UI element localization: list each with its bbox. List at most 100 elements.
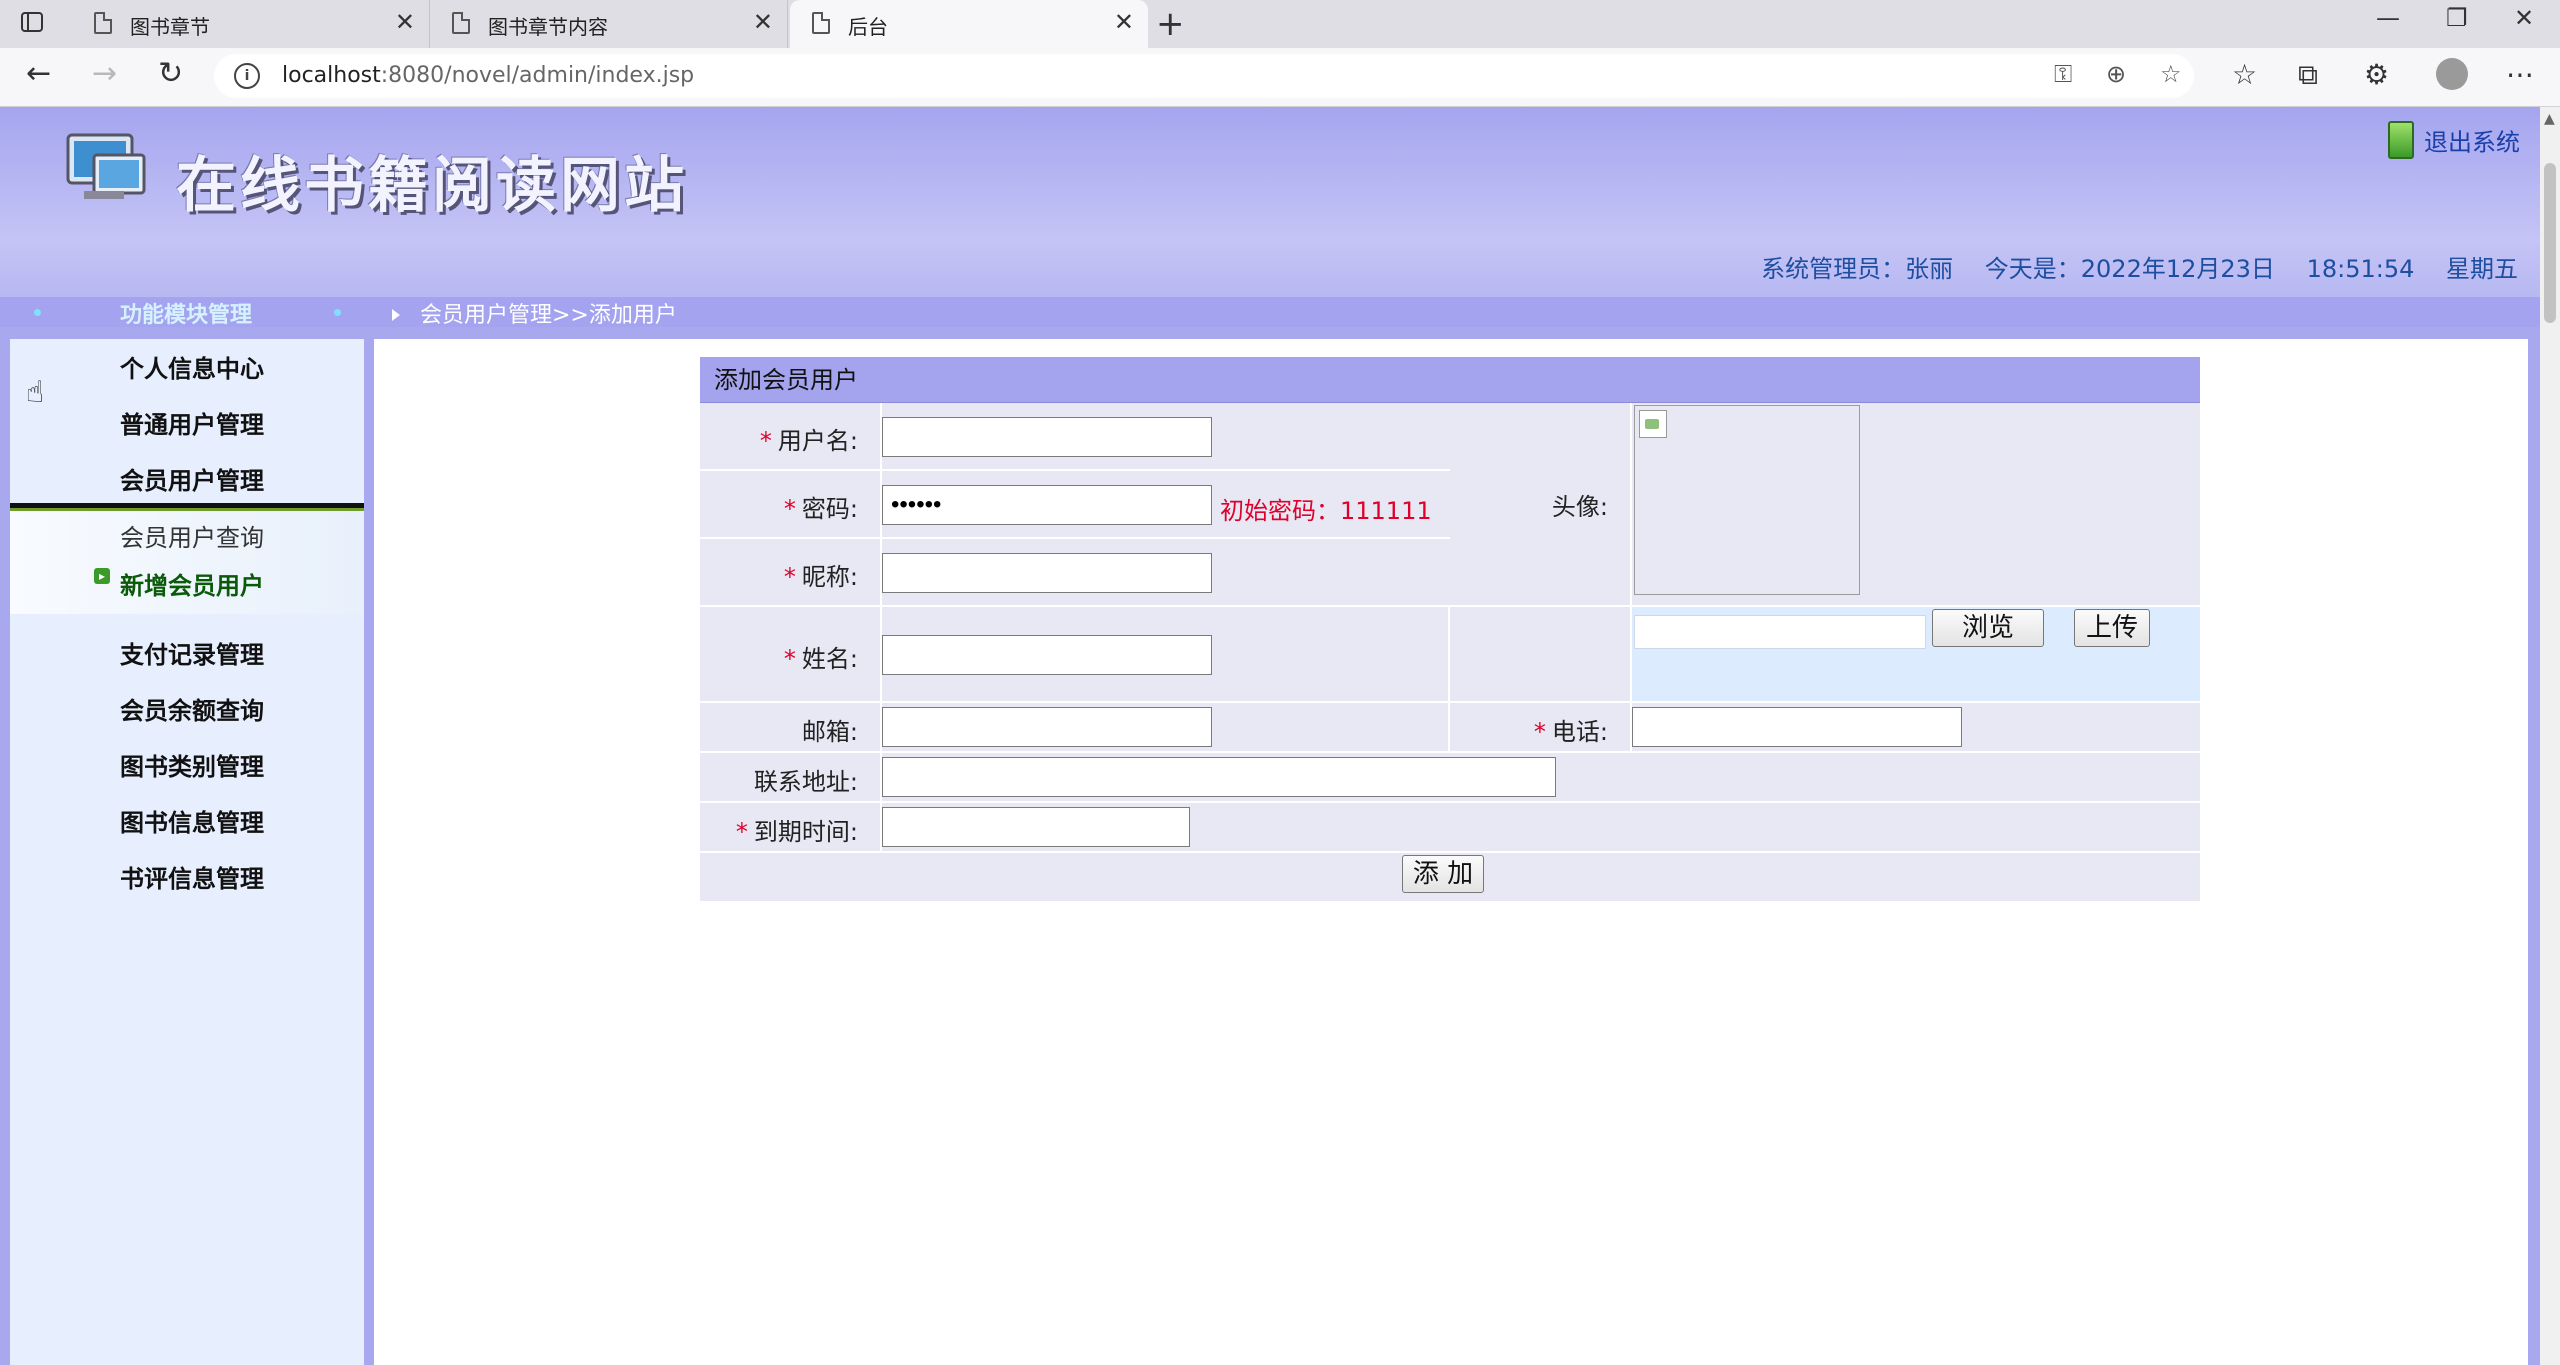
phone-label: * 电话:: [1533, 718, 1608, 746]
form-row-username: * 用户名:: [700, 403, 1450, 471]
breadcrumb-bar: 功能模块管理 会员用户管理>>添加用户: [0, 297, 2540, 328]
upload-button[interactable]: 上传: [2074, 609, 2150, 647]
site-header: 在线书籍阅读网站 退出系统 系统管理员：张丽 今天是：2022年12月23日 1…: [0, 107, 2540, 297]
address-input[interactable]: [882, 757, 1556, 797]
submenu-item-member-query[interactable]: 会员用户查询: [120, 518, 264, 553]
logout-link[interactable]: 退出系统: [2388, 121, 2520, 159]
page-icon: [94, 12, 112, 34]
close-icon[interactable]: ✕: [1114, 8, 1134, 36]
sidebar-item-books[interactable]: 图书信息管理: [120, 803, 264, 838]
monitor-logo-icon: [66, 133, 146, 199]
minimize-icon[interactable]: —: [2376, 4, 2400, 32]
form-row-submit: 添 加: [700, 853, 2200, 901]
close-icon[interactable]: ✕: [395, 8, 415, 36]
spacer-cell: [700, 607, 1450, 701]
exit-icon: [2388, 121, 2414, 159]
admin-page: 在线书籍阅读网站 退出系统 系统管理员：张丽 今天是：2022年12月23日 1…: [0, 107, 2540, 1365]
page-scrollbar[interactable]: ▲: [2540, 107, 2560, 1365]
more-icon[interactable]: ⋯: [2506, 58, 2534, 91]
url-text: localhost:8080/novel/admin/index.jsp: [282, 63, 695, 88]
scroll-thumb[interactable]: [2544, 163, 2556, 323]
avatar-preview: [1634, 405, 1860, 595]
sidebar-item-payments[interactable]: 支付记录管理: [120, 635, 264, 670]
form-row-contact: 邮箱: * 电话:: [700, 703, 2200, 753]
password-label: * 密码:: [783, 495, 858, 523]
sidebar-item-reviews[interactable]: 书评信息管理: [120, 859, 264, 894]
extensions-icon[interactable]: ⚙: [2364, 58, 2389, 91]
browser-tab-active[interactable]: 后台 ✕: [790, 0, 1148, 48]
avatar-cell: [1632, 403, 2200, 605]
breadcrumb: 会员用户管理>>添加用户: [420, 303, 677, 328]
page-icon: [812, 12, 830, 34]
add-submit-button[interactable]: 添 加: [1402, 855, 1484, 893]
expire-label: * 到期时间:: [735, 818, 858, 846]
tab-actions-icon[interactable]: [20, 10, 50, 38]
restore-icon[interactable]: ❐: [2446, 4, 2468, 32]
nickname-input[interactable]: [882, 553, 1212, 593]
submenu: 会员用户查询 ▸ 新增会员用户: [10, 503, 364, 614]
label-cell: * 用户名:: [700, 403, 882, 469]
current-time: 18:51:54: [2306, 255, 2415, 283]
phone-input[interactable]: [1632, 707, 1962, 747]
username-label: * 用户名:: [759, 427, 858, 455]
url-field[interactable]: i localhost:8080/novel/admin/index.jsp ⚿…: [214, 54, 2194, 98]
upload-cell: 浏览 上传: [1632, 607, 2200, 701]
address-bar: ← → ↻ i localhost:8080/novel/admin/index…: [0, 48, 2560, 107]
browser-tab[interactable]: 图书章节内容 ✕: [430, 0, 788, 48]
zoom-icon[interactable]: ⊕: [2106, 60, 2126, 88]
form-title: 添加会员用户: [700, 357, 2200, 403]
username-input[interactable]: [882, 417, 1212, 457]
browser-tab[interactable]: 图书章节 ✕: [72, 0, 430, 48]
key-icon[interactable]: ⚿: [2054, 60, 2072, 88]
favorites-icon[interactable]: ☆: [2232, 58, 2257, 91]
close-icon[interactable]: ✕: [753, 8, 773, 36]
form-row-expire: * 到期时间:: [700, 803, 2200, 853]
label-cell: * 电话:: [1450, 703, 1632, 751]
window-close-icon[interactable]: ✕: [2514, 4, 2534, 32]
dot-icon: [34, 309, 41, 316]
new-tab-icon[interactable]: +: [1156, 4, 1185, 44]
module-title: 功能模块管理: [120, 303, 253, 328]
sidebar-item-balance[interactable]: 会员余额查询: [120, 691, 264, 726]
sidebar-item-profile[interactable]: 个人信息中心: [120, 349, 264, 384]
add-favorite-icon[interactable]: ☆: [2160, 60, 2182, 88]
browser-tab-bar: 图书章节 ✕ 图书章节内容 ✕ 后台 ✕ + — ❐ ✕: [0, 0, 2560, 48]
add-member-form: 添加会员用户 *用户名: *密码: 初始密码：111111 *昵称:: [700, 357, 2200, 901]
label-cell: 联系地址:: [700, 753, 882, 801]
spacer-cell: [1450, 607, 1632, 701]
sidebar-item-categories[interactable]: 图书类别管理: [120, 747, 264, 782]
browse-button[interactable]: 浏览: [1932, 609, 2044, 647]
scroll-up-icon[interactable]: ▲: [2544, 111, 2555, 127]
hand-cursor-icon: ☝: [26, 375, 45, 410]
password-input[interactable]: [882, 485, 1212, 525]
page-icon: [452, 12, 470, 34]
current-date: 今天是：2022年12月23日: [1984, 255, 2275, 283]
form-row-realname: * 姓名: 浏览 上传: [700, 607, 2200, 703]
admin-name: 系统管理员：张丽: [1761, 255, 1954, 283]
label-cell: * 昵称:: [700, 539, 882, 605]
label-cell: * 密码:: [700, 471, 882, 537]
tab-title: 后台: [848, 15, 888, 39]
arrow-icon: [392, 309, 400, 321]
submenu-item-add-member[interactable]: 新增会员用户: [120, 566, 264, 601]
label-cell: * 到期时间:: [700, 803, 882, 851]
form-row-avatar: 头像:: [1450, 403, 2200, 607]
sidebar-item-members[interactable]: 会员用户管理: [120, 461, 264, 496]
user-info-bar: 系统管理员：张丽 今天是：2022年12月23日 18:51:54 星期五: [1737, 249, 2518, 284]
forward-icon[interactable]: →: [92, 56, 117, 91]
avatar-label: 头像:: [1551, 493, 1608, 521]
tab-title: 图书章节: [130, 15, 210, 39]
file-path-input[interactable]: [1634, 615, 1926, 649]
sidebar-item-users[interactable]: 普通用户管理: [120, 405, 264, 440]
arrow-right-icon: ▸: [94, 568, 110, 584]
weekday: 星期五: [2446, 255, 2518, 283]
password-hint: 初始密码：111111: [1220, 497, 1432, 525]
profile-avatar[interactable]: [2436, 58, 2468, 90]
info-icon[interactable]: i: [234, 63, 260, 89]
label-cell: 头像:: [1450, 403, 1632, 605]
expire-date-input[interactable]: [882, 807, 1190, 847]
collections-icon[interactable]: ⧉: [2298, 58, 2318, 92]
back-icon[interactable]: ←: [26, 56, 51, 91]
sidebar: 个人信息中心 普通用户管理 会员用户管理 会员用户查询 ▸ 新增会员用户 支付记…: [10, 339, 364, 1365]
refresh-icon[interactable]: ↻: [158, 56, 183, 91]
